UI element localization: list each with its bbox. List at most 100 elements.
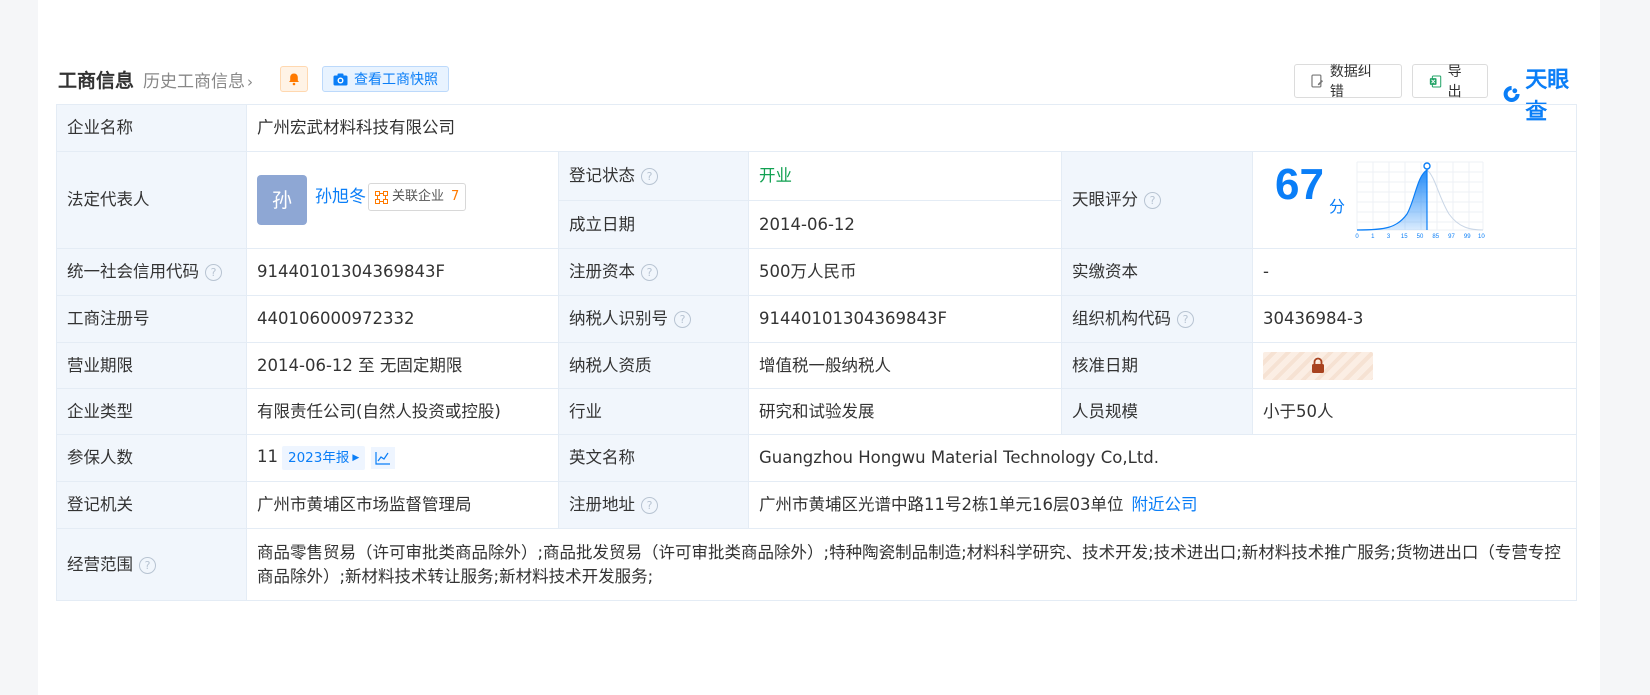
credit-code-value: 91440101304369843F — [246, 248, 559, 296]
scope-label: 经营范围 — [67, 554, 133, 574]
staff-label: 人员规模 — [1061, 388, 1253, 435]
camera-icon — [333, 73, 348, 85]
help-icon[interactable]: ? — [641, 168, 658, 185]
approve-date-label: 核准日期 — [1061, 342, 1253, 389]
status-label: 登记状态 — [569, 166, 635, 185]
network-icon — [375, 190, 388, 204]
snapshot-label: 查看工商快照 — [354, 72, 438, 88]
address-label-cell: 注册地址? — [558, 481, 749, 529]
paid-capital-value: - — [1251, 248, 1578, 296]
related-label: 关联企业 — [392, 189, 445, 204]
avatar[interactable]: 孙 — [257, 175, 307, 225]
scope-label-cell: 经营范围? — [56, 528, 247, 601]
legal-rep-cell: 孙孙旭冬 关联企业 7 — [246, 151, 559, 249]
annual-report-tag[interactable]: 2023年报 ▶ — [282, 446, 366, 470]
table-row: 营业期限 2014-06-12 至 无固定期限 纳税人资质 增值税一般纳税人 核… — [56, 342, 1578, 389]
score-axis-tick: 100 — [1478, 234, 1485, 240]
reg-no-value: 440106000972332 — [246, 295, 559, 343]
trend-button[interactable] — [371, 446, 396, 469]
history-link[interactable]: 历史工商信息 › — [143, 67, 253, 92]
help-icon[interactable]: ? — [139, 556, 156, 574]
tax-id-value: 91440101304369843F — [748, 295, 1062, 343]
score-value: 67 — [1275, 160, 1324, 209]
score-axis-tick: 0 — [1355, 234, 1359, 240]
insured-cell: 11 2023年报 ▶ — [246, 434, 559, 482]
table-row: 企业名称 广州宏武材料科技有限公司 — [56, 104, 1578, 152]
org-code-value: 30436984-3 — [1251, 295, 1578, 343]
credit-code-label: 统一社会信用代码 — [67, 262, 199, 281]
score-box: 67 分 0 1 3 15 50 85 97 99 10 — [1253, 152, 1576, 248]
score-label: 天眼评分 — [1072, 190, 1138, 209]
info-table: 企业名称 广州宏武材料科技有限公司 法定代表人 孙孙旭冬 关联企业 7 登记状态? … — [56, 104, 1578, 601]
score-axis-tick: 50 — [1417, 234, 1424, 240]
table-row: 法定代表人 孙孙旭冬 关联企业 7 登记状态? 开业 天眼评分? 67 分 0 … — [56, 150, 1578, 249]
monitor-bell-button[interactable] — [280, 66, 308, 92]
help-icon[interactable]: ? — [205, 264, 222, 281]
address-cell: 广州市黄埔区光谱中路11号2栋1单元16层03单位 附近公司 — [747, 481, 1578, 529]
export-label: 导出 — [1447, 64, 1462, 100]
insured-value: 11 — [257, 447, 278, 466]
score-label-cell: 天眼评分? — [1061, 151, 1253, 249]
help-icon[interactable]: ? — [641, 497, 658, 514]
taxpayer-value: 增值税一般纳税人 — [748, 342, 1062, 389]
help-icon[interactable]: ? — [1177, 311, 1194, 328]
scope-value: 商品零售贸易（许可审批类商品除外）;商品批发贸易（许可审批类商品除外）;特种陶瓷… — [245, 528, 1578, 601]
company-name-label: 企业名称 — [56, 104, 247, 152]
status-label-cell: 登记状态? — [558, 150, 749, 202]
credit-code-label-cell: 统一社会信用代码? — [56, 248, 247, 296]
industry-value: 研究和试验发展 — [748, 388, 1062, 435]
address-label: 注册地址 — [569, 495, 635, 514]
snapshot-button[interactable]: 查看工商快照 — [322, 66, 449, 92]
score-unit: 分 — [1329, 197, 1346, 216]
reg-capital-value: 500万人民币 — [748, 248, 1062, 296]
chevron-right-icon: › — [247, 73, 253, 91]
en-name-label: 英文名称 — [558, 434, 749, 482]
data-correction-label: 数据纠错 — [1329, 64, 1372, 100]
type-label: 企业类型 — [56, 388, 247, 435]
nearby-companies-link[interactable]: 附近公司 — [1131, 495, 1197, 514]
related-count: 7 — [451, 189, 460, 204]
table-row: 工商注册号 440106000972332 纳税人识别号? 9144010130… — [56, 295, 1578, 343]
section-title: 工商信息 — [58, 70, 135, 92]
score-distribution-chart: 0 1 3 15 50 85 97 99 100 — [1355, 161, 1485, 240]
table-row: 登记机关 广州市黄埔区市场监督管理局 注册地址? 广州市黄埔区光谱中路11号2栋… — [56, 481, 1578, 529]
term-value: 2014-06-12 至 无固定期限 — [246, 342, 559, 389]
reg-capital-label-cell: 注册资本? — [558, 248, 749, 296]
address-value: 广州市黄埔区光谱中路11号2栋1单元16层03单位 — [759, 495, 1124, 514]
industry-label: 行业 — [558, 388, 749, 435]
export-button[interactable]: 导出 — [1412, 64, 1488, 100]
legal-rep-name-link[interactable]: 孙旭冬 — [315, 187, 366, 207]
score-cell[interactable]: 67 分 0 1 3 15 50 85 97 99 10 — [1251, 151, 1578, 249]
edit-doc-icon — [1311, 74, 1324, 88]
trend-icon — [375, 451, 391, 465]
score-axis-tick: 97 — [1448, 234, 1455, 240]
annual-report-label: 2023年报 — [288, 450, 350, 466]
score-axis-tick: 3 — [1387, 234, 1391, 240]
table-row: 参保人数 11 2023年报 ▶ 英文名称 Guangzhou Hongwu Mat… — [56, 434, 1578, 482]
score-axis-tick: 1 — [1371, 234, 1375, 240]
help-icon[interactable]: ? — [1144, 192, 1161, 209]
logo-icon — [1503, 85, 1520, 103]
paid-capital-label: 实缴资本 — [1061, 248, 1253, 296]
founded-label: 成立日期 — [558, 200, 749, 249]
excel-icon — [1429, 75, 1442, 87]
section-header: 工商信息 历史工商信息 › 查看工商快照 数据纠错 导出 天眼查 — [58, 62, 1578, 125]
related-companies-tag[interactable]: 关联企业 7 — [368, 183, 467, 211]
table-row: 经营范围? 商品零售贸易（许可审批类商品除外）;商品批发贸易（许可审批类商品除外… — [56, 528, 1578, 601]
tax-id-label-cell: 纳税人识别号? — [558, 295, 749, 343]
legal-rep-label: 法定代表人 — [56, 151, 247, 249]
authority-value: 广州市黄埔区市场监督管理局 — [246, 481, 559, 529]
lock-icon — [1312, 357, 1324, 373]
score-axis-tick: 15 — [1401, 234, 1408, 240]
reg-capital-label: 注册资本 — [569, 262, 635, 281]
locked-value[interactable] — [1263, 351, 1373, 380]
org-code-label: 组织机构代码 — [1072, 309, 1171, 328]
tax-id-label: 纳税人识别号 — [569, 309, 668, 328]
help-icon[interactable]: ? — [674, 311, 691, 328]
org-code-label-cell: 组织机构代码? — [1061, 295, 1253, 343]
insured-label: 参保人数 — [56, 434, 247, 482]
caret-right-icon: ▶ — [352, 453, 360, 463]
data-correction-button[interactable]: 数据纠错 — [1294, 64, 1402, 100]
type-value: 有限责任公司(自然人投资或控股) — [246, 388, 559, 435]
help-icon[interactable]: ? — [641, 264, 658, 281]
